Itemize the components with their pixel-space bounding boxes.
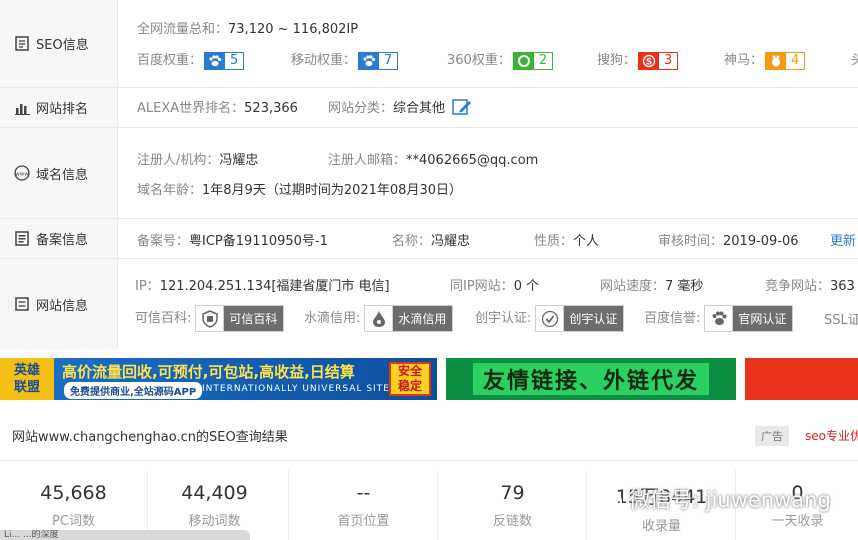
domain-age: 域名年龄：1年8月9天（过期时间为2021年08月30日） [137, 183, 462, 198]
ad-banner-traffic[interactable]: 英雄 联盟 高价流量回收,可预付,可包站,高收益,日结算 免费提供商业,全站源码… [0, 358, 437, 400]
ad-label: 广告 [755, 426, 789, 446]
paw-icon [705, 306, 734, 331]
document-icon [14, 36, 30, 52]
site-info-row: 网站信息 IP：121.204.251.134[福建省厦门市 电信] 同IP网站… [0, 259, 858, 349]
banner-logo: 英雄 联盟 [0, 358, 54, 400]
site-rank-header: 网站排名 [0, 88, 118, 127]
site-rank-row: 网站排名 ALEXA世界排名：523,366 网站分类：综合其他 [0, 88, 858, 128]
mobile-weight[interactable]: 移动权重： 7 [291, 49, 399, 70]
site-info-label: 网站信息 [36, 298, 89, 314]
site-speed: 网站速度：7 毫秒 [600, 279, 704, 294]
icp-review-time: 审核时间：2019-09-06 [658, 234, 799, 249]
paw-icon [205, 52, 226, 69]
result-title: 网站www.changchenghao.cn的SEO查询结果 [12, 430, 288, 445]
alexa-rank: ALEXA世界排名：523,366 [137, 101, 298, 116]
banner-sub: 免费提供商业,全站源码APP [64, 382, 203, 399]
www-icon: www [14, 165, 30, 181]
icp-info-header: 备案信息 [0, 219, 118, 258]
ad-banner-red[interactable] [745, 358, 858, 400]
domain-info-label: 域名信息 [36, 167, 89, 183]
list-icon [14, 296, 30, 312]
edit-icon[interactable] [452, 98, 472, 120]
ssl-cert[interactable]: SSL证 [824, 309, 858, 328]
cert-shuidi[interactable]: 水滴信用: 水滴信用 [304, 305, 454, 332]
icp-info-row: 备案信息 备案号：粤ICP备19110950号-1 名称：冯耀忠 性质：个人 审… [0, 219, 858, 259]
icp-name: 名称：冯耀忠 [392, 234, 471, 249]
banner-tag: 安全 稳定 [389, 362, 431, 396]
banner-sub-english: INTERNATIONALLY UNIVERSAL SITE [202, 384, 390, 394]
wechat-watermark: 微信号: jiuwenwang [593, 484, 831, 514]
cert-chuangyu[interactable]: 创宇认证: 创宇认证 [475, 305, 625, 332]
traffic-total: 全网流量总和：73,120 ~ 116,802IP [137, 22, 359, 37]
o-icon [513, 52, 534, 69]
shenma-weight[interactable]: 神马： 4 [724, 49, 806, 70]
record-icon [14, 231, 30, 247]
ad-banner-links[interactable]: 友情链接、外链代发 [446, 358, 736, 400]
banner-headline: 高价流量回收,可预付,可包站,高收益,日结算 [62, 363, 355, 381]
domain-info-header: www 域名信息 [0, 128, 118, 218]
truncated-label: 头 [851, 53, 858, 68]
registrant-email: 注册人邮箱：**4062665@qq.com [328, 153, 539, 168]
svg-text:S: S [646, 57, 652, 67]
seo-info-row: SEO信息 全网流量总和：73,120 ~ 116,802IP 百度权重： 5 … [0, 0, 858, 88]
stat-homepage-position[interactable]: -- 首页位置 [290, 470, 438, 540]
server-ip: IP：121.204.251.134[福建省厦门市 电信] [135, 279, 390, 294]
s-icon: S [639, 52, 660, 69]
cert-kexin[interactable]: 可信百科: 可信百科 [135, 305, 285, 332]
drop-icon [365, 306, 394, 331]
site-info-header: 网站信息 [0, 259, 118, 349]
cert-baidu-credit[interactable]: 百度信誉: 官网认证 [644, 305, 794, 332]
ad-banners: 英雄 联盟 高价流量回收,可预付,可包站,高收益,日结算 免费提供商业,全站源码… [0, 358, 858, 400]
stat-backlinks[interactable]: 79 反链数 [439, 470, 587, 540]
svg-text:www: www [15, 172, 29, 178]
site-category: 网站分类：综合其他 [328, 97, 472, 120]
registrant: 注册人/机构：冯耀忠 [137, 153, 259, 168]
competing-sites[interactable]: 竞争网站：363 [765, 275, 855, 294]
domain-info-row: www 域名信息 注册人/机构：冯耀忠 注册人邮箱：**4062665@qq.c… [0, 128, 858, 219]
icp-update-link[interactable]: 更新 [830, 230, 856, 249]
icp-info-label: 备案信息 [36, 233, 89, 248]
same-ip-sites[interactable]: 同IP网站：0 个 [450, 275, 539, 294]
baidu-weight[interactable]: 百度权重： 5 [137, 49, 245, 70]
check-shield-icon [536, 306, 565, 331]
bottom-popup[interactable]: Li... ...的深度 [0, 530, 250, 540]
seo-info-label: SEO信息 [36, 38, 89, 53]
promo-link[interactable]: seo专业优 [805, 427, 858, 444]
bar-chart-icon [14, 100, 30, 116]
site-rank-label: 网站排名 [36, 102, 89, 117]
paw-icon [359, 52, 380, 69]
result-header: 网站www.changchenghao.cn的SEO查询结果 广告 seo专业优 [0, 411, 858, 461]
sogou-weight[interactable]: 搜狗： S 3 [597, 49, 679, 70]
shield-icon [196, 306, 225, 331]
horse-icon [766, 52, 787, 69]
wechat-icon [593, 487, 623, 511]
seo-info-header: SEO信息 [0, 0, 118, 87]
weight-360[interactable]: 360权重： 2 [447, 49, 554, 70]
icp-number: 备案号：粤ICP备19110950号-1 [137, 234, 328, 249]
icp-type: 性质：个人 [534, 234, 600, 249]
